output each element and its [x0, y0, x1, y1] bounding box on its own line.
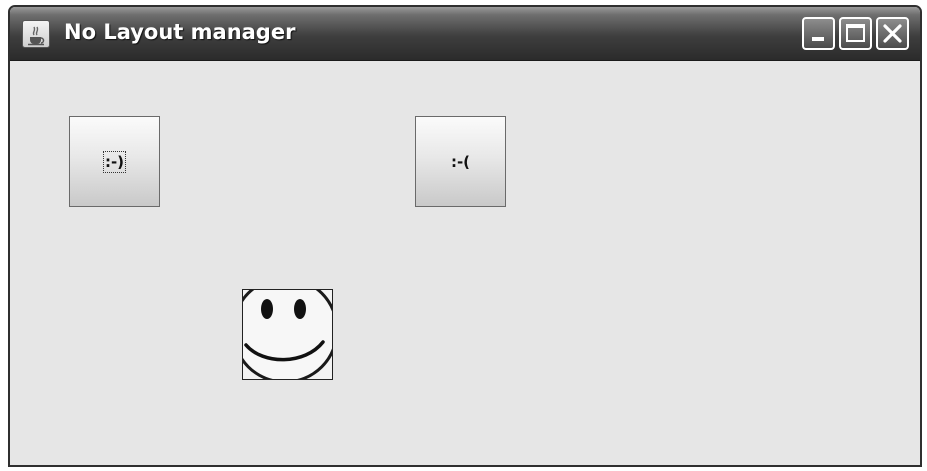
java-coffee-cup-icon[interactable] [22, 20, 50, 48]
app-window: No Layout manager :-) :-( [8, 5, 922, 467]
smiley-image-label [242, 289, 333, 380]
minimize-icon [812, 37, 824, 41]
sad-face-button-label: :-( [450, 152, 471, 171]
smiley-face-icon [243, 290, 332, 379]
happy-face-button-label: :-) [102, 150, 127, 173]
close-icon [883, 24, 902, 43]
maximize-icon [846, 24, 865, 42]
happy-face-button[interactable]: :-) [69, 116, 160, 207]
close-button[interactable] [876, 17, 909, 50]
title-bar[interactable]: No Layout manager [10, 7, 920, 61]
window-title: No Layout manager [64, 20, 296, 44]
maximize-button[interactable] [839, 17, 872, 50]
minimize-button[interactable] [802, 17, 835, 50]
content-pane: :-) :-( [10, 61, 920, 465]
sad-face-button[interactable]: :-( [415, 116, 506, 207]
